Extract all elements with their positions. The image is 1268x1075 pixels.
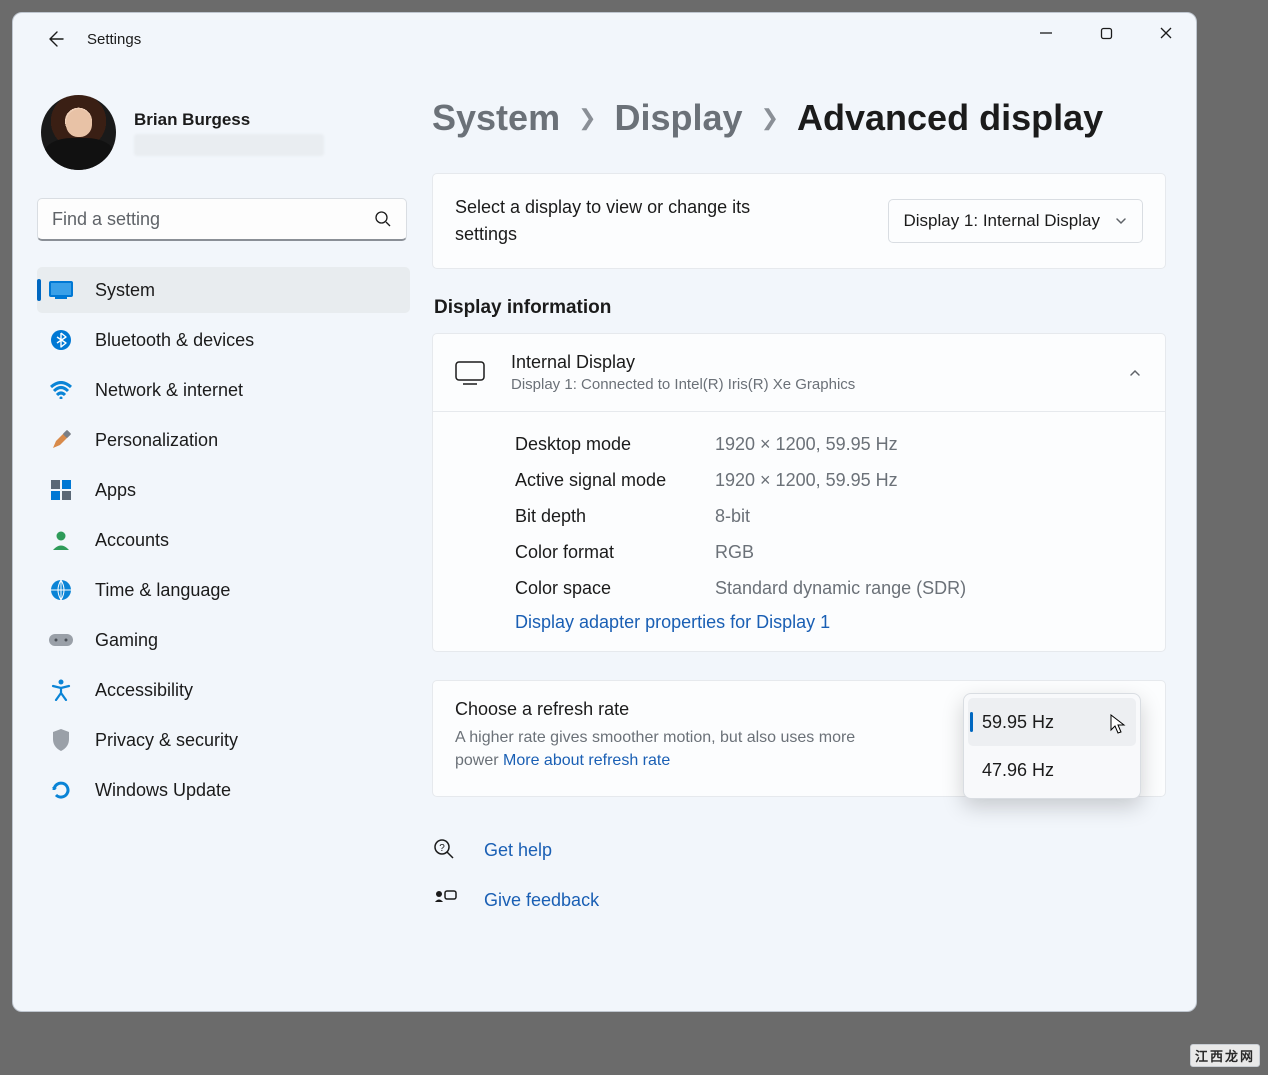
row-active-signal: Active signal mode1920 × 1200, 59.95 Hz — [515, 462, 1143, 498]
titlebar: Settings — [13, 13, 1196, 65]
nav-label: Bluetooth & devices — [95, 330, 254, 351]
bluetooth-icon — [49, 328, 73, 352]
refresh-rate-card: Choose a refresh rate A higher rate give… — [432, 680, 1166, 797]
apps-icon — [49, 478, 73, 502]
give-feedback-link[interactable]: Give feedback — [484, 890, 599, 911]
nav-label: System — [95, 280, 155, 301]
maximize-button[interactable] — [1076, 13, 1136, 53]
settings-window: Settings Brian Burgess — [12, 12, 1197, 1012]
nav-label: Accounts — [95, 530, 169, 551]
sidebar-item-gaming[interactable]: Gaming — [37, 617, 410, 663]
user-text: Brian Burgess — [134, 110, 324, 156]
minimize-button[interactable] — [1016, 13, 1076, 53]
app-title: Settings — [87, 31, 141, 48]
sidebar-item-apps[interactable]: Apps — [37, 467, 410, 513]
section-display-information: Display information — [434, 297, 1166, 319]
display-name: Internal Display — [511, 352, 855, 373]
nav-label: Network & internet — [95, 380, 243, 401]
sidebar-item-privacy[interactable]: Privacy & security — [37, 717, 410, 763]
watermark: 江西龙网 — [1190, 1044, 1260, 1067]
nav-label: Privacy & security — [95, 730, 238, 751]
svg-text:?: ? — [439, 843, 445, 854]
main-content: System ❯ Display ❯ Advanced display Sele… — [428, 65, 1196, 1011]
select-display-prompt: Select a display to view or change its s… — [455, 194, 815, 248]
sidebar-item-windows-update[interactable]: Windows Update — [37, 767, 410, 813]
search-box[interactable] — [37, 198, 407, 241]
row-color-format: Color formatRGB — [515, 534, 1143, 570]
monitor-icon — [455, 361, 485, 385]
sidebar-item-accounts[interactable]: Accounts — [37, 517, 410, 563]
window-controls — [1016, 13, 1196, 53]
breadcrumb-system[interactable]: System — [432, 97, 560, 139]
display-selector-dropdown[interactable]: Display 1: Internal Display — [888, 199, 1143, 243]
refresh-rate-popup: 59.95 Hz 47.96 Hz — [963, 693, 1141, 799]
nav-label: Gaming — [95, 630, 158, 651]
sidebar-item-personalization[interactable]: Personalization — [37, 417, 410, 463]
chevron-right-icon: ❯ — [578, 105, 596, 131]
nav-label: Time & language — [95, 580, 230, 601]
sidebar-item-bluetooth[interactable]: Bluetooth & devices — [37, 317, 410, 363]
window-body: Brian Burgess System Bluetooth & devices — [13, 65, 1196, 1011]
update-icon — [49, 778, 73, 802]
maximize-icon — [1100, 27, 1113, 40]
nav-label: Personalization — [95, 430, 218, 451]
gaming-icon — [49, 628, 73, 652]
sidebar-item-accessibility[interactable]: Accessibility — [37, 667, 410, 713]
help-links: ? Get help Give feedback — [432, 837, 1166, 913]
chevron-down-icon — [1114, 214, 1128, 228]
sidebar-item-network[interactable]: Network & internet — [37, 367, 410, 413]
globe-icon — [49, 578, 73, 602]
person-icon — [49, 528, 73, 552]
search-input[interactable] — [52, 209, 352, 230]
display-details: Desktop mode1920 × 1200, 59.95 Hz Active… — [433, 411, 1165, 651]
accessibility-icon — [49, 678, 73, 702]
sidebar-item-time-language[interactable]: Time & language — [37, 567, 410, 613]
avatar — [41, 95, 116, 170]
chevron-up-icon — [1127, 365, 1143, 381]
user-profile[interactable]: Brian Burgess — [41, 95, 410, 170]
sidebar-item-system[interactable]: System — [37, 267, 410, 313]
give-feedback-row: Give feedback — [432, 887, 1166, 913]
minimize-icon — [1039, 26, 1053, 40]
close-icon — [1159, 26, 1173, 40]
search-icon — [374, 210, 392, 228]
user-email-redacted — [134, 134, 324, 156]
refresh-more-link[interactable]: More about refresh rate — [503, 752, 670, 769]
system-icon — [49, 278, 73, 302]
dropdown-selected: Display 1: Internal Display — [903, 211, 1100, 231]
refresh-option-1[interactable]: 47.96 Hz — [968, 746, 1136, 794]
shield-icon — [49, 728, 73, 752]
adapter-properties-link[interactable]: Display adapter properties for Display 1 — [515, 612, 830, 633]
refresh-description: A higher rate gives smoother motion, but… — [455, 726, 885, 772]
display-info-card: Internal Display Display 1: Connected to… — [432, 333, 1166, 652]
chevron-right-icon: ❯ — [761, 105, 779, 131]
brush-icon — [49, 428, 73, 452]
wifi-icon — [49, 378, 73, 402]
row-color-space: Color spaceStandard dynamic range (SDR) — [515, 570, 1143, 606]
help-icon: ? — [432, 837, 458, 863]
breadcrumb-current: Advanced display — [797, 97, 1103, 139]
nav-label: Windows Update — [95, 780, 231, 801]
breadcrumb: System ❯ Display ❯ Advanced display — [432, 97, 1166, 139]
nav-list: System Bluetooth & devices Network & int… — [37, 267, 410, 813]
feedback-icon — [432, 887, 458, 913]
display-info-header[interactable]: Internal Display Display 1: Connected to… — [433, 334, 1165, 411]
refresh-option-0[interactable]: 59.95 Hz — [968, 698, 1136, 746]
nav-label: Accessibility — [95, 680, 193, 701]
row-bit-depth: Bit depth8-bit — [515, 498, 1143, 534]
nav-label: Apps — [95, 480, 136, 501]
close-button[interactable] — [1136, 13, 1196, 53]
row-desktop-mode: Desktop mode1920 × 1200, 59.95 Hz — [515, 426, 1143, 462]
arrow-left-icon — [45, 29, 65, 49]
select-display-card: Select a display to view or change its s… — [432, 173, 1166, 269]
sidebar: Brian Burgess System Bluetooth & devices — [13, 65, 428, 1011]
get-help-link[interactable]: Get help — [484, 840, 552, 861]
display-connection: Display 1: Connected to Intel(R) Iris(R)… — [511, 376, 855, 393]
breadcrumb-display[interactable]: Display — [615, 97, 743, 139]
username: Brian Burgess — [134, 110, 324, 130]
get-help-row: ? Get help — [432, 837, 1166, 863]
back-button[interactable] — [35, 19, 75, 59]
